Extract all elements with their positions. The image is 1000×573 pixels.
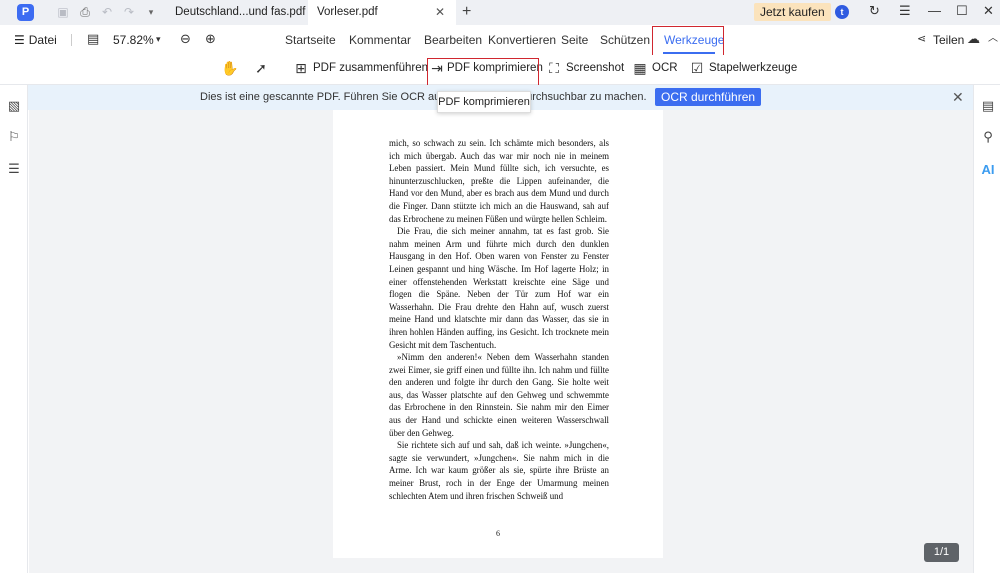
maximize-icon[interactable]: ☐: [956, 3, 968, 19]
page-body-text: mich, so schwach zu sein. Ich schämte mi…: [389, 137, 609, 502]
menu-icon[interactable]: ☰: [899, 3, 911, 19]
close-window-icon[interactable]: ✕: [983, 3, 994, 19]
menu-bearbeiten[interactable]: Bearbeiten: [424, 33, 482, 47]
ai-assistant-icon[interactable]: AI: [980, 162, 996, 178]
screenshot-button[interactable]: Screenshot: [566, 62, 624, 74]
run-ocr-button[interactable]: OCR durchführen: [655, 88, 762, 106]
merge-pdf-button[interactable]: PDF zusammenführen: [313, 62, 428, 74]
paragraph: mich, so schwach zu sein. Ich schämte mi…: [389, 138, 609, 224]
compress-tooltip: PDF komprimieren: [437, 91, 531, 113]
menu-schuetzen[interactable]: Schützen: [600, 33, 650, 47]
zoom-level[interactable]: 57.82%: [113, 33, 154, 47]
sync-icon[interactable]: ↻: [869, 3, 880, 19]
werkzeuge-highlight-box: [652, 26, 724, 56]
print-icon[interactable]: ⎙: [78, 5, 92, 19]
app-logo-icon: P: [17, 4, 34, 21]
banner-text-end: durchsuchbar zu machen.: [520, 91, 647, 103]
hamburger-icon: ☰: [14, 33, 25, 47]
divider: [71, 34, 72, 46]
tab-label: Deutschland...und fas.pdf: [175, 6, 306, 18]
redo-icon[interactable]: ↷: [122, 5, 136, 19]
new-tab-icon[interactable]: +: [462, 3, 471, 21]
screenshot-icon[interactable]: ⛶: [545, 59, 563, 77]
thumbnail-panel-icon[interactable]: ▧: [6, 98, 22, 114]
menu-startseite[interactable]: Startseite: [285, 33, 336, 47]
buy-now-button[interactable]: Jetzt kaufen: [754, 3, 831, 21]
zoom-dropdown-icon[interactable]: ▾: [156, 32, 161, 46]
banner-close-icon[interactable]: ✕: [952, 89, 964, 105]
batch-tools-icon[interactable]: ☑: [688, 59, 706, 77]
bookmark-icon[interactable]: ⚐: [6, 129, 22, 145]
batch-tools-button[interactable]: Stapelwerkzeuge: [709, 62, 797, 74]
menu-kommentar[interactable]: Kommentar: [349, 33, 411, 47]
merge-pdf-icon[interactable]: ⊞: [292, 59, 310, 77]
collapse-icon[interactable]: ︿: [988, 32, 998, 46]
minimize-icon[interactable]: —: [928, 3, 941, 19]
paragraph: Die Frau, die sich meiner annahm, tat es…: [389, 226, 609, 350]
avatar[interactable]: t: [835, 5, 849, 19]
page-indicator[interactable]: 1/1: [924, 543, 959, 562]
right-sidebar: ▤ ⚲ AI: [973, 85, 1000, 573]
search-icon[interactable]: ⚲: [980, 129, 996, 145]
tab-vorleser[interactable]: Vorleser.pdf ✕: [308, 0, 456, 25]
save-icon[interactable]: ▣: [56, 5, 70, 19]
pdf-page[interactable]: mich, so schwach zu sein. Ich schämte mi…: [333, 110, 663, 558]
paragraph: Sie richtete sich auf und sah, daß ich w…: [389, 440, 609, 501]
quick-access-dropdown-icon[interactable]: ▾: [144, 5, 158, 19]
zoom-in-icon[interactable]: ⊕: [205, 32, 216, 46]
document-viewport[interactable]: mich, so schwach zu sein. Ich schämte mi…: [29, 110, 973, 573]
ocr-icon[interactable]: ▦: [631, 59, 649, 77]
comment-panel-icon[interactable]: ☰: [6, 161, 22, 177]
paragraph: »Nimm den anderen!« Neben dem Wasserhahn…: [389, 352, 609, 438]
ocr-button[interactable]: OCR: [652, 62, 678, 74]
title-bar: P ▣ ⎙ ↶ ↷ ▾ Deutschland...und fas.pdf Vo…: [0, 0, 1000, 25]
file-menu-label: Datei: [28, 33, 57, 47]
menu-konvertieren[interactable]: Konvertieren: [488, 33, 556, 47]
tab-close-icon[interactable]: ✕: [435, 0, 445, 25]
hand-tool-icon[interactable]: ✋: [221, 59, 239, 77]
tab-label: Vorleser.pdf: [317, 6, 378, 18]
select-tool-icon[interactable]: ➚: [252, 59, 270, 77]
share-icon[interactable]: ⋖: [917, 32, 926, 46]
properties-panel-icon[interactable]: ▤: [980, 98, 996, 114]
tab-deutschland[interactable]: Deutschland...und fas.pdf: [166, 0, 306, 25]
menu-seite[interactable]: Seite: [561, 33, 588, 47]
zoom-out-icon[interactable]: ⊖: [180, 32, 191, 46]
cloud-icon[interactable]: ☁: [967, 32, 980, 46]
banner-text-start: Dies ist eine gescannte PDF. Führen Sie …: [200, 91, 468, 103]
undo-icon[interactable]: ↶: [100, 5, 114, 19]
left-sidebar: ▧ ⚐ ☰: [0, 85, 28, 573]
menu-bar: ☰ Datei ▤ 57.82% ▾ ⊖ ⊕ Startseite Komment…: [0, 25, 1000, 55]
page-view-icon[interactable]: ▤: [87, 32, 99, 46]
file-menu-button[interactable]: ☰ Datei: [14, 33, 57, 47]
page-number: 6: [496, 529, 500, 538]
share-button[interactable]: Teilen: [933, 33, 964, 47]
